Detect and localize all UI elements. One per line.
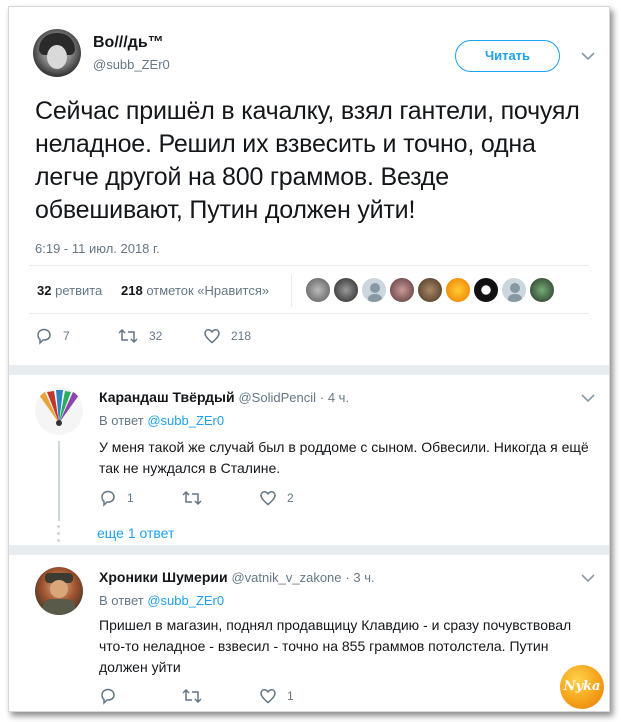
reply-to-handle-link[interactable]: @subb_ZEr0 <box>147 413 224 428</box>
like-count: 2 <box>287 491 294 505</box>
reply-to-handle-link[interactable]: @subb_ZEr0 <box>147 593 224 608</box>
retweet-button[interactable]: 32 <box>117 327 162 345</box>
reply-text: Пришел в магазин, поднял продавщицу Клав… <box>99 617 572 675</box>
retweet-icon <box>182 490 202 506</box>
likes-stat[interactable]: 218 отметок «Нравится» <box>121 283 269 298</box>
divider <box>29 313 589 314</box>
liker-avatar[interactable] <box>361 277 387 303</box>
author-avatar[interactable] <box>33 29 81 77</box>
reply-time[interactable]: · 4 ч. <box>320 390 349 405</box>
tweet-screenshot-frame: Во///дь™ @subb_ZEr0 Читать Сейчас пришёл… <box>8 6 610 712</box>
like-button[interactable]: 1 <box>259 687 294 705</box>
like-button[interactable]: 2 <box>259 489 294 507</box>
reply-button[interactable] <box>99 687 127 705</box>
show-more-replies-link[interactable]: еще 1 ответ <box>97 525 174 541</box>
reply-icon <box>101 490 115 507</box>
reply-time[interactable]: · 3 ч. <box>345 570 374 585</box>
reply-button[interactable]: 1 <box>99 489 134 507</box>
tweet-text: Сейчас пришёл в качалку, взял гантели, п… <box>35 97 580 224</box>
reply-count: 1 <box>127 491 134 505</box>
divider <box>291 275 292 307</box>
section-separator <box>9 545 609 555</box>
reply-author[interactable]: Хроники Шумерии @vatnik_v_zakone · 3 ч. <box>99 569 375 585</box>
author-name[interactable]: Во///дь™ <box>93 34 164 52</box>
retweet-button[interactable] <box>181 489 213 507</box>
reply-tweet[interactable]: Хроники Шумерии @vatnik_v_zakone · 3 ч. … <box>9 555 609 711</box>
liker-avatar[interactable] <box>445 277 471 303</box>
tweet-timestamp[interactable]: 6:19 - 11 июл. 2018 г. <box>35 241 160 256</box>
reply-author[interactable]: Карандаш Твёрдый @SolidPencil · 4 ч. <box>99 389 349 405</box>
liker-avatar[interactable] <box>529 277 555 303</box>
section-separator <box>9 365 609 375</box>
liker-avatar[interactable] <box>333 277 359 303</box>
liker-avatar[interactable] <box>305 277 331 303</box>
like-count: 1 <box>287 689 294 703</box>
liker-avatar[interactable] <box>473 277 499 303</box>
reply-handle[interactable]: @vatnik_v_zakone <box>231 570 341 585</box>
chevron-down-icon[interactable] <box>581 51 595 65</box>
reply-to: В ответ @subb_ZEr0 <box>99 593 225 608</box>
retweet-icon <box>118 328 138 344</box>
reply-icon <box>101 688 115 705</box>
thread-line <box>58 441 60 521</box>
watermark-logo: Nyka <box>560 665 604 709</box>
liker-avatar[interactable] <box>501 277 527 303</box>
follow-button[interactable]: Читать <box>455 40 560 72</box>
reply-handle[interactable]: @SolidPencil <box>238 390 316 405</box>
thread-dots <box>56 525 62 546</box>
retweet-icon <box>182 688 202 704</box>
heart-icon <box>260 491 276 506</box>
heart-icon <box>260 689 276 704</box>
reply-to: В ответ @subb_ZEr0 <box>99 413 225 428</box>
like-button[interactable]: 218 <box>203 327 251 345</box>
divider <box>29 265 589 266</box>
main-tweet: Во///дь™ @subb_ZEr0 Читать Сейчас пришёл… <box>9 7 609 365</box>
heart-icon <box>204 329 220 344</box>
reply-avatar[interactable] <box>35 567 83 615</box>
reply-button[interactable]: 7 <box>35 327 70 345</box>
like-count: 218 <box>231 329 252 343</box>
liker-avatar[interactable] <box>389 277 415 303</box>
author-handle[interactable]: @subb_ZEr0 <box>93 57 170 72</box>
reply-count: 7 <box>63 329 70 343</box>
retweets-stat[interactable]: 32 ретвита <box>37 283 102 298</box>
reply-icon <box>37 328 51 345</box>
retweet-button[interactable] <box>181 687 213 705</box>
retweet-count: 32 <box>149 329 163 343</box>
liker-avatar[interactable] <box>417 277 443 303</box>
reply-avatar[interactable] <box>35 387 83 435</box>
reply-text: У меня такой же случай был в роддоме с с… <box>99 439 589 476</box>
chevron-down-icon[interactable] <box>581 573 595 587</box>
chevron-down-icon[interactable] <box>581 393 595 407</box>
reply-tweet[interactable]: Карандаш Твёрдый @SolidPencil · 4 ч. В о… <box>9 375 609 545</box>
